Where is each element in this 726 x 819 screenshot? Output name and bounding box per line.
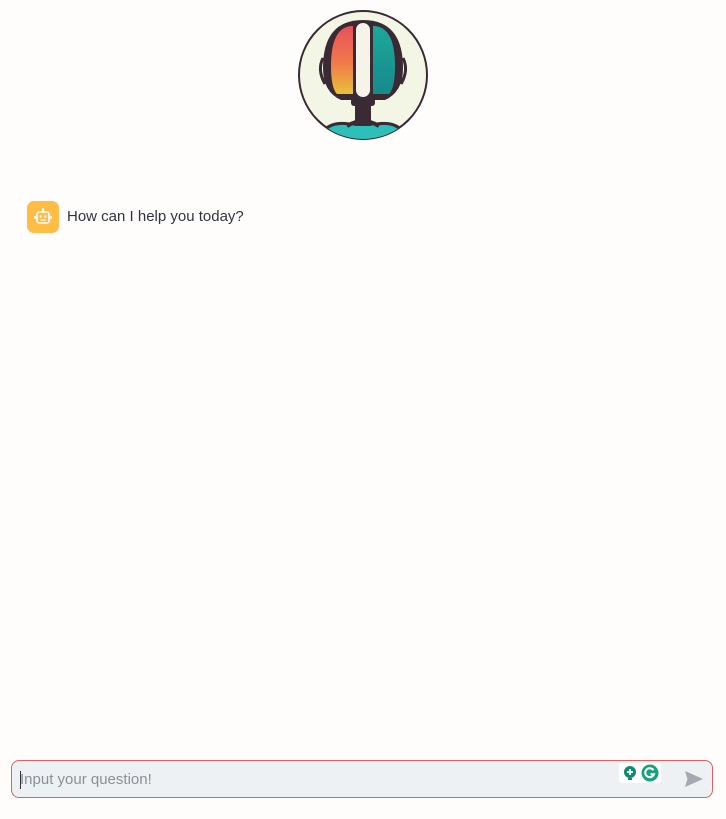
message-text: How can I help you today? xyxy=(67,208,244,225)
assistant-message: How can I help you today? xyxy=(27,201,244,233)
lightbulb-extension-icon[interactable] xyxy=(621,764,639,782)
chat-input-bar[interactable] xyxy=(11,760,713,798)
robot-face-icon xyxy=(27,201,59,233)
send-button[interactable] xyxy=(682,769,706,789)
chat-app: How can I help you today? xyxy=(0,0,726,819)
text-caret xyxy=(20,771,21,789)
question-input[interactable] xyxy=(20,761,610,797)
grammarly-icon[interactable] xyxy=(641,764,659,782)
send-arrow-icon xyxy=(685,771,703,787)
robot-head-logo-icon xyxy=(297,8,429,142)
browser-extension-icons xyxy=(619,763,661,783)
